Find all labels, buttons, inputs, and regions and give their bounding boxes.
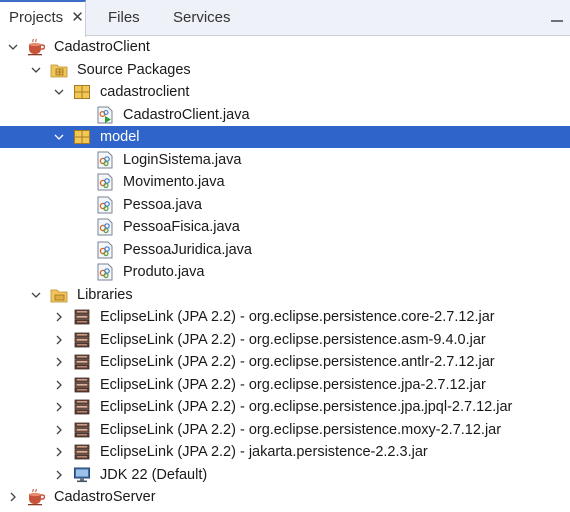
- tab-files-label: Files: [108, 9, 140, 26]
- tree-item[interactable]: Source Packages: [0, 59, 570, 81]
- jar-icon: [73, 398, 91, 416]
- chevron-down-icon[interactable]: [31, 65, 41, 75]
- tree-item[interactable]: CadastroClient.java: [0, 104, 570, 126]
- project-tree: CadastroClient Source Packages cadastrocli…: [0, 36, 570, 512]
- chevron-right-icon[interactable]: [54, 447, 64, 457]
- tree-item[interactable]: Pessoa.java: [0, 194, 570, 216]
- tree-item[interactable]: CadastroClient: [0, 36, 570, 58]
- tree-item-label: LoginSistema.java: [123, 151, 242, 168]
- tree-item-label: cadastroclient: [100, 84, 190, 100]
- jar-icon: [73, 376, 91, 394]
- tree-item[interactable]: EclipseLink (JPA 2.2) - org.eclipse.pers…: [0, 374, 570, 396]
- tree-item-label: Produto.java: [123, 264, 205, 280]
- java-file-icon: [96, 263, 114, 281]
- tree-item-label: CadastroClient.java: [123, 106, 250, 123]
- jar-icon: [73, 443, 91, 461]
- chevron-right-icon[interactable]: [54, 312, 64, 322]
- tree-item[interactable]: cadastroclient: [0, 81, 570, 103]
- tree-item-label: EclipseLink (JPA 2.2) - org.eclipse.pers…: [100, 421, 502, 438]
- package-icon: [73, 128, 91, 146]
- tree-item[interactable]: EclipseLink (JPA 2.2) - org.eclipse.pers…: [0, 419, 570, 441]
- tree-item-label: PessoaJuridica.java: [123, 241, 252, 258]
- chevron-down-icon[interactable]: [54, 132, 64, 142]
- chevron-right-icon[interactable]: [54, 335, 64, 345]
- tree-item[interactable]: EclipseLink (JPA 2.2) - org.eclipse.pers…: [0, 396, 570, 418]
- chevron-down-icon[interactable]: [8, 42, 18, 52]
- tree-item[interactable]: EclipseLink (JPA 2.2) - org.eclipse.pers…: [0, 329, 570, 351]
- tree-item-label: EclipseLink (JPA 2.2) - org.eclipse.pers…: [100, 309, 495, 325]
- tab-projects-label: Projects: [9, 9, 64, 26]
- tree-item[interactable]: CadastroServer: [0, 486, 570, 508]
- panel-tab-bar: Projects ✕ Files Services: [0, 0, 570, 37]
- tree-item-label: model: [100, 129, 140, 145]
- java-file-icon: [96, 241, 114, 259]
- tree-item[interactable]: Movimento.java: [0, 171, 570, 193]
- tree-item-label: EclipseLink (JPA 2.2) - org.eclipse.pers…: [100, 331, 486, 348]
- minimize-window-icon[interactable]: [550, 10, 564, 24]
- java-file-icon: [96, 218, 114, 236]
- tree-item[interactable]: EclipseLink (JPA 2.2) - org.eclipse.pers…: [0, 351, 570, 373]
- tree-item-label: EclipseLink (JPA 2.2) - jakarta.persiste…: [100, 444, 428, 460]
- tree-item[interactable]: EclipseLink (JPA 2.2) - org.eclipse.pers…: [0, 306, 570, 328]
- tree-item-label: CadastroClient: [54, 39, 150, 55]
- tree-item-label: EclipseLink (JPA 2.2) - org.eclipse.pers…: [100, 376, 486, 393]
- tree-item-label: EclipseLink (JPA 2.2) - org.eclipse.pers…: [100, 399, 513, 415]
- coffee-project-icon: [27, 38, 45, 56]
- chevron-right-icon[interactable]: [54, 357, 64, 367]
- folder-package-icon: [50, 61, 68, 79]
- tree-item-label: EclipseLink (JPA 2.2) - org.eclipse.pers…: [100, 354, 495, 370]
- java-file-icon: [96, 151, 114, 169]
- close-icon[interactable]: ✕: [71, 2, 84, 33]
- tree-item-label: CadastroServer: [54, 489, 156, 505]
- jar-icon: [73, 331, 91, 349]
- tree-item-label: Pessoa.java: [123, 196, 202, 213]
- chevron-right-icon[interactable]: [54, 380, 64, 390]
- tree-item-label: JDK 22 (Default): [100, 466, 208, 483]
- chevron-right-icon[interactable]: [54, 402, 64, 412]
- tree-item[interactable]: PessoaJuridica.java: [0, 239, 570, 261]
- chevron-down-icon[interactable]: [31, 290, 41, 300]
- coffee-project-icon: [27, 488, 45, 506]
- tree-item[interactable]: EclipseLink (JPA 2.2) - jakarta.persiste…: [0, 441, 570, 463]
- jar-icon: [73, 308, 91, 326]
- java-file-icon: [96, 196, 114, 214]
- tree-item-label: Source Packages: [77, 61, 191, 78]
- tab-files[interactable]: Files: [108, 0, 158, 36]
- package-icon: [73, 83, 91, 101]
- tab-services-label: Services: [173, 9, 231, 26]
- tree-item[interactable]: PessoaFisica.java: [0, 216, 570, 238]
- chevron-right-icon[interactable]: [8, 492, 18, 502]
- tab-services[interactable]: Services: [173, 0, 243, 36]
- jdk-monitor-icon: [73, 466, 91, 484]
- tree-item[interactable]: LoginSistema.java: [0, 149, 570, 171]
- tree-item[interactable]: JDK 22 (Default): [0, 464, 570, 486]
- chevron-right-icon[interactable]: [54, 470, 64, 480]
- tab-projects[interactable]: Projects ✕: [0, 0, 86, 37]
- java-file-icon: [96, 173, 114, 191]
- chevron-right-icon[interactable]: [54, 425, 64, 435]
- tree-item-label: Libraries: [77, 286, 133, 303]
- tree-item[interactable]: model: [0, 126, 570, 148]
- tree-item-label: Movimento.java: [123, 174, 225, 190]
- folder-library-icon: [50, 286, 68, 304]
- chevron-down-icon[interactable]: [54, 87, 64, 97]
- jar-icon: [73, 421, 91, 439]
- jar-icon: [73, 353, 91, 371]
- tree-item[interactable]: Libraries: [0, 284, 570, 306]
- tree-item[interactable]: Produto.java: [0, 261, 570, 283]
- tree-item-label: PessoaFisica.java: [123, 219, 240, 235]
- java-main-file-icon: [96, 106, 114, 124]
